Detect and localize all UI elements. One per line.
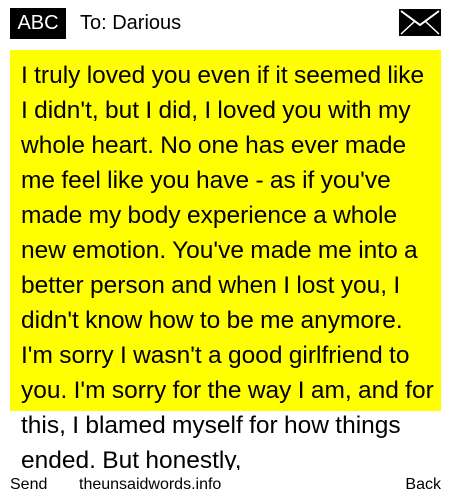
message-text: I truly loved you even if it seemed like… bbox=[21, 62, 434, 470]
site-label: theunsaidwords.info bbox=[79, 475, 222, 495]
send-softkey[interactable]: Send bbox=[10, 475, 48, 495]
message-header: ABC To: Darious bbox=[0, 0, 450, 46]
softkey-bar: Send theunsaidwords.info Back bbox=[0, 470, 450, 500]
message-body[interactable]: I truly loved you even if it seemed like… bbox=[0, 50, 450, 470]
recipient-label: To: Darious bbox=[80, 12, 182, 34]
envelope-icon[interactable] bbox=[399, 9, 441, 36]
back-softkey[interactable]: Back bbox=[405, 475, 441, 495]
input-mode-badge[interactable]: ABC bbox=[10, 8, 66, 39]
